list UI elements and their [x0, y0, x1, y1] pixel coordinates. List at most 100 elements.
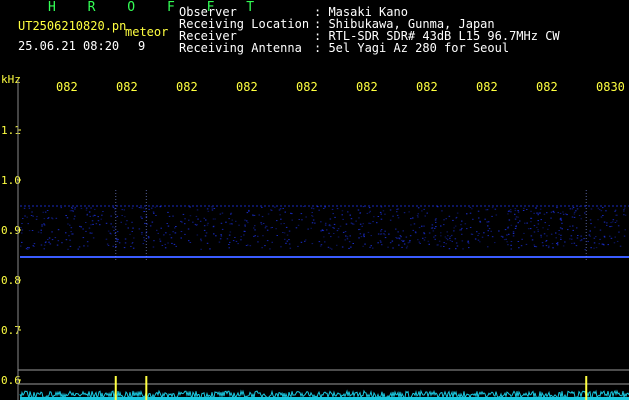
noise-speck: [337, 236, 340, 238]
noise-speck: [35, 218, 38, 220]
noise-speck: [164, 247, 167, 249]
noise-speck: [86, 214, 88, 216]
noise-speck: [206, 242, 209, 244]
noise-speck: [101, 214, 103, 216]
noise-speck: [284, 238, 286, 240]
noise-speck: [278, 209, 281, 211]
noise-speck: [341, 210, 344, 212]
noise-speck: [502, 236, 504, 238]
noise-speck: [424, 215, 426, 217]
noise-speck: [460, 229, 462, 231]
noise-speck: [141, 232, 143, 234]
noise-speck: [380, 230, 382, 232]
noise-speck: [48, 241, 50, 243]
noise-speck: [320, 244, 323, 246]
noise-speck: [196, 224, 198, 226]
noise-speck: [112, 206, 115, 208]
noise-speck: [435, 226, 437, 228]
noise-speck: [261, 206, 263, 208]
noise-speck: [448, 215, 451, 217]
noise-speck: [159, 238, 161, 240]
noise-speck: [211, 209, 214, 211]
noise-speck: [91, 232, 93, 234]
noise-speck: [116, 231, 119, 233]
noise-speck: [94, 208, 96, 210]
noise-speck: [206, 224, 209, 226]
noise-speck: [507, 244, 509, 246]
noise-speck: [240, 239, 242, 241]
noise-speck: [189, 206, 191, 208]
noise-speck: [401, 239, 403, 241]
noise-speck: [556, 207, 558, 209]
noise-speck: [571, 242, 573, 244]
noise-speck: [602, 207, 604, 209]
noise-speck: [26, 247, 29, 248]
noise-speck: [421, 225, 423, 227]
noise-speck: [562, 213, 565, 215]
noise-speck: [461, 240, 464, 242]
noise-speck: [41, 225, 43, 227]
noise-speck: [400, 236, 402, 238]
noise-speck: [246, 212, 249, 214]
noise-speck: [467, 241, 469, 243]
noise-speck: [512, 235, 515, 237]
noise-speck: [498, 230, 500, 232]
noise-speck: [590, 208, 593, 210]
noise-speck: [514, 210, 517, 212]
noise-speck: [69, 210, 72, 212]
noise-speck: [102, 211, 104, 212]
noise-speck: [614, 222, 617, 223]
noise-speck: [226, 238, 229, 240]
noise-speck: [548, 225, 550, 226]
noise-speck: [443, 242, 445, 244]
noise-speck: [200, 238, 202, 240]
noise-speck: [72, 233, 74, 235]
noise-speck: [469, 212, 472, 214]
noise-speck: [196, 234, 199, 236]
noise-speck: [110, 223, 112, 225]
noise-speck: [214, 218, 216, 220]
noise-speck: [366, 212, 369, 214]
noise-speck: [552, 211, 555, 212]
noise-speck: [494, 242, 496, 244]
noise-speck: [311, 215, 313, 217]
noise-speck: [525, 243, 528, 245]
noise-speck: [381, 244, 383, 246]
noise-speck: [320, 230, 322, 232]
noise-speck: [261, 216, 264, 218]
noise-speck: [571, 238, 573, 240]
noise-speck: [288, 230, 291, 232]
noise-speck: [396, 214, 399, 216]
noise-speck: [507, 210, 510, 212]
noise-speck: [126, 220, 128, 222]
spectrogram-plot: [17, 80, 629, 400]
noise-speck: [380, 218, 383, 220]
noise-speck: [244, 230, 246, 232]
noise-speck: [261, 247, 263, 249]
noise-speck: [145, 233, 147, 235]
noise-speck: [436, 244, 438, 246]
noise-speck: [623, 207, 626, 209]
noise-speck: [347, 211, 349, 213]
noise-speck: [413, 223, 416, 225]
noise-speck: [364, 243, 366, 245]
noise-speck: [560, 220, 563, 221]
noise-speck: [589, 230, 591, 232]
noise-speck: [540, 236, 542, 238]
noise-speck: [46, 210, 49, 211]
noise-speck: [42, 211, 44, 213]
noise-speck: [486, 221, 488, 223]
noise-speck: [550, 217, 552, 219]
noise-speck: [99, 224, 101, 226]
noise-speck: [57, 240, 60, 242]
noise-speck: [51, 217, 53, 219]
noise-speck: [80, 226, 82, 228]
noise-speck: [97, 216, 99, 218]
noise-speck: [416, 215, 419, 217]
noise-speck: [247, 222, 249, 224]
noise-speck: [583, 238, 585, 240]
noise-speck: [229, 223, 231, 225]
noise-speck: [142, 243, 145, 245]
noise-speck: [117, 238, 119, 240]
noise-speck: [342, 231, 345, 233]
